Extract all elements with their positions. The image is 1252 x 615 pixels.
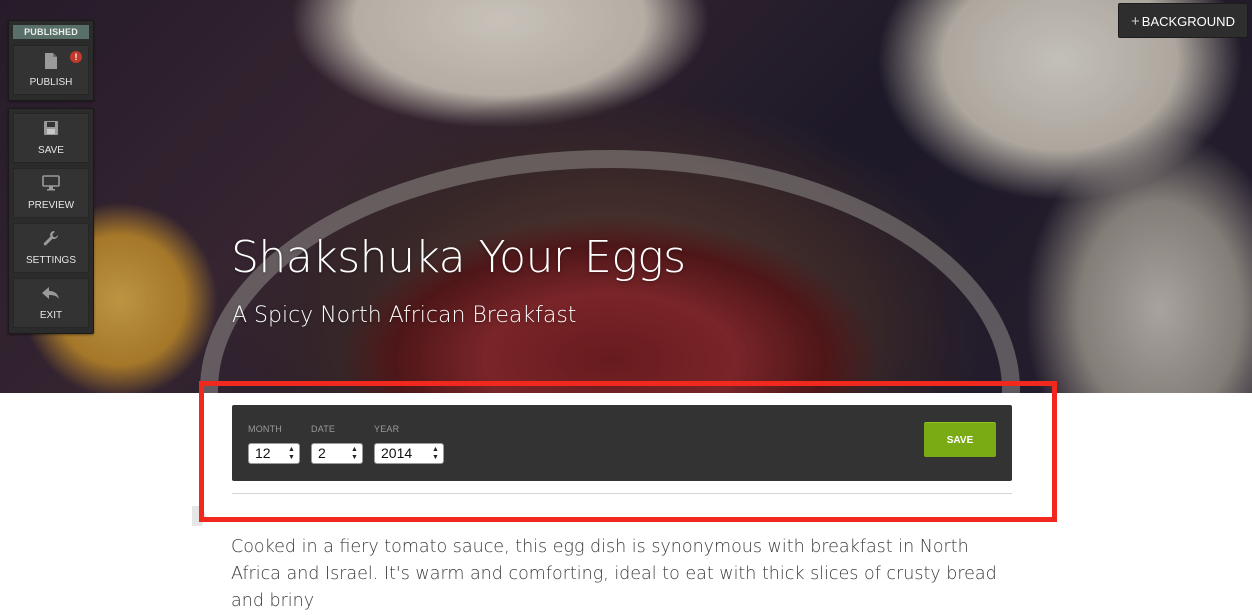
exit-label: EXIT xyxy=(39,310,63,321)
background-label: BACKGROUND xyxy=(1141,14,1235,29)
month-label: MONTH xyxy=(248,424,282,434)
article-body[interactable]: Cooked in a fiery tomato sauce, this egg… xyxy=(231,534,1011,615)
plus-icon: + xyxy=(1131,13,1140,30)
add-background-button[interactable]: + BACKGROUND xyxy=(1118,3,1248,38)
publish-toolbar: PUBLISHED ! PUBLISH xyxy=(8,20,94,101)
settings-label: SETTINGS xyxy=(25,255,76,266)
publish-label: PUBLISH xyxy=(29,77,73,88)
section-divider xyxy=(232,493,1012,494)
stepper-arrows-icon[interactable]: ▲ ▼ xyxy=(351,446,358,461)
year-label: YEAR xyxy=(374,424,400,434)
save-label: SAVE xyxy=(38,145,64,156)
date-value: 2 xyxy=(318,445,326,461)
back-arrow-icon xyxy=(14,285,88,303)
stepper-arrows-icon[interactable]: ▲ ▼ xyxy=(432,446,439,461)
toolbar-save-button[interactable]: SAVE xyxy=(13,113,89,163)
alert-icon: ! xyxy=(70,51,82,63)
page-subtitle[interactable]: A Spicy North African Breakfast xyxy=(232,303,576,328)
preview-label: PREVIEW xyxy=(27,200,75,211)
wrench-icon xyxy=(14,230,88,248)
page-title[interactable]: Shakshuka Your Eggs xyxy=(231,232,686,283)
date-editor-panel: MONTH DATE YEAR 12 ▲ ▼ 2 ▲ ▼ 2014 ▲ ▼ SAVE xyxy=(232,405,1012,481)
editor-toolbar: SAVE PREVIEW SETTINGS EXIT xyxy=(8,108,94,334)
month-value: 12 xyxy=(255,445,271,461)
year-select[interactable]: 2014 ▲ ▼ xyxy=(374,443,444,464)
date-label: DATE xyxy=(311,424,336,434)
publish-button[interactable]: ! PUBLISH xyxy=(13,45,89,95)
hero-background-image xyxy=(0,0,1252,393)
floppy-disk-icon xyxy=(14,120,88,138)
stepper-arrows-icon[interactable]: ▲ ▼ xyxy=(288,446,295,461)
exit-button[interactable]: EXIT xyxy=(13,278,89,328)
preview-button[interactable]: PREVIEW xyxy=(13,168,89,218)
month-select[interactable]: 12 ▲ ▼ xyxy=(248,443,300,464)
monitor-icon xyxy=(14,175,88,193)
year-value: 2014 xyxy=(381,445,413,461)
drag-handle-icon[interactable] xyxy=(192,506,206,526)
date-select[interactable]: 2 ▲ ▼ xyxy=(311,443,363,464)
save-date-button[interactable]: SAVE xyxy=(924,422,996,457)
status-badge: PUBLISHED xyxy=(13,25,89,39)
settings-button[interactable]: SETTINGS xyxy=(13,223,89,273)
